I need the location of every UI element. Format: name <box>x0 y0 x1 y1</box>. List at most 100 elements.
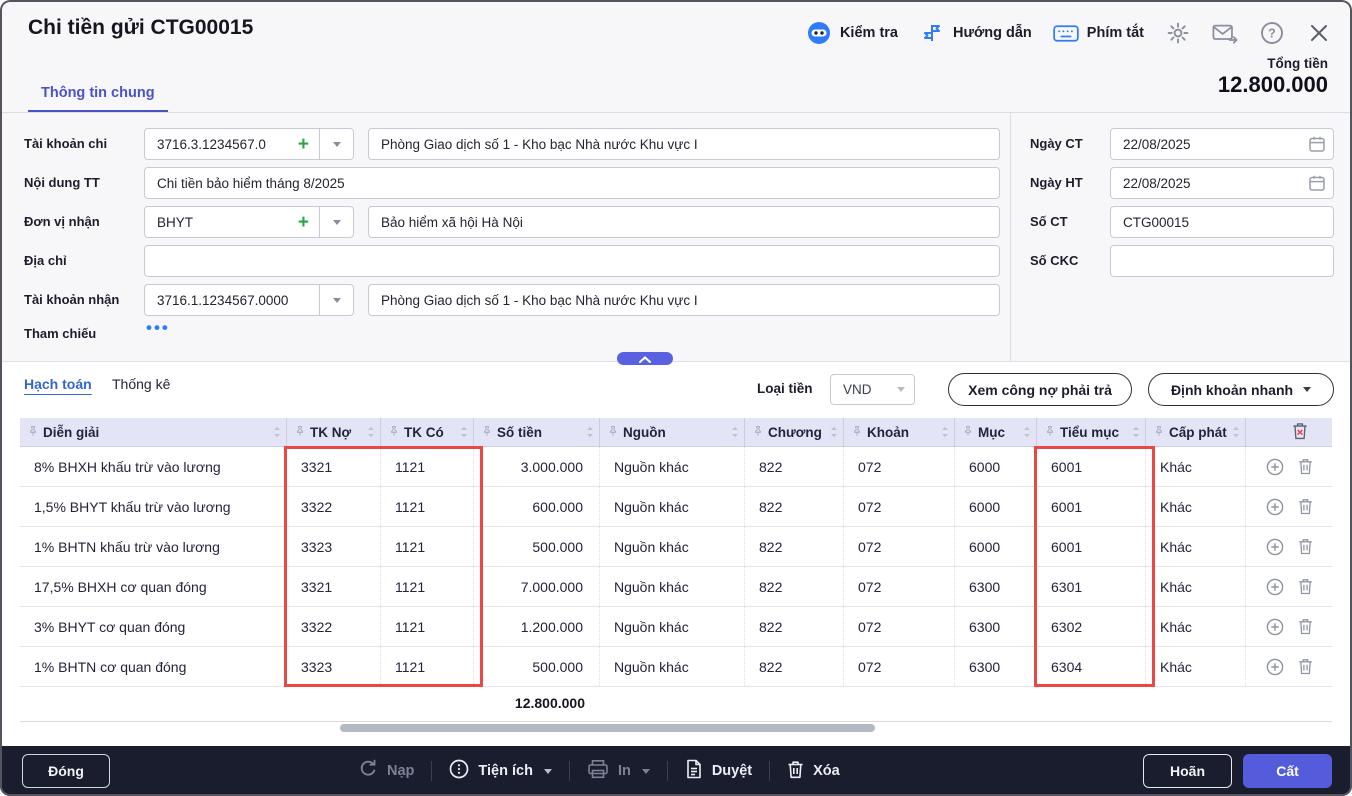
cell-dien-giai[interactable]: 1% BHTN khấu trừ vào lương <box>20 527 287 566</box>
cell-tk-no[interactable]: 3323 <box>287 527 381 566</box>
save-button[interactable]: Cất <box>1243 754 1332 788</box>
close-icon[interactable] <box>1306 20 1332 46</box>
cell-muc[interactable]: 6300 <box>955 607 1037 646</box>
cell-khoan[interactable]: 072 <box>844 487 955 526</box>
cell-chuong[interactable]: 822 <box>745 567 844 606</box>
delete-button[interactable]: Xóa <box>787 760 840 783</box>
utilities-button[interactable]: Tiện ích <box>449 759 552 783</box>
cell-tieu-muc[interactable]: 6001 <box>1037 447 1146 486</box>
noi-dung-tt-input[interactable] <box>144 167 1000 199</box>
tai-khoan-nhan-combo[interactable]: 3716.1.1234567.0000 <box>144 284 354 316</box>
ngay-ht-input[interactable] <box>1110 167 1334 199</box>
approve-button[interactable]: Duyệt <box>685 759 752 783</box>
cell-khoan[interactable]: 072 <box>844 607 955 646</box>
close-button[interactable]: Đóng <box>22 754 110 788</box>
cell-tieu-muc[interactable]: 6304 <box>1037 647 1146 686</box>
add-unit-icon[interactable]: + <box>288 213 319 232</box>
sort-icon[interactable] <box>830 426 838 438</box>
column-header-muc[interactable]: Mục <box>955 418 1037 446</box>
delete-row-icon[interactable] <box>1298 458 1313 475</box>
cell-cap-phat[interactable]: Khác <box>1146 567 1246 606</box>
cell-tk-no[interactable]: 3321 <box>287 567 381 606</box>
cell-dien-giai[interactable]: 3% BHYT cơ quan đóng <box>20 607 287 646</box>
chevron-down-icon[interactable] <box>319 207 353 237</box>
delete-row-icon[interactable] <box>1298 498 1313 515</box>
cell-tk-no[interactable]: 3321 <box>287 447 381 486</box>
pin-icon[interactable] <box>482 425 492 440</box>
cell-nguon[interactable]: Nguồn khác <box>600 567 745 606</box>
cell-tk-co[interactable]: 1121 <box>381 567 474 606</box>
delete-row-icon[interactable] <box>1298 538 1313 555</box>
cell-nguon[interactable]: Nguồn khác <box>600 447 745 486</box>
cell-so-tien[interactable]: 7.000.000 <box>474 567 600 606</box>
pin-icon[interactable] <box>608 425 618 440</box>
tai-khoan-chi-code[interactable]: 3716.3.1234567.0 <box>145 137 288 152</box>
add-row-icon[interactable] <box>1266 458 1284 476</box>
cell-chuong[interactable]: 822 <box>745 527 844 566</box>
add-account-icon[interactable]: + <box>288 135 319 154</box>
column-header-cap-phat[interactable]: Cấp phát <box>1146 418 1246 446</box>
cell-tieu-muc[interactable]: 6301 <box>1037 567 1146 606</box>
pin-icon[interactable] <box>295 425 305 440</box>
so-ckc-input[interactable] <box>1110 245 1334 277</box>
column-header-tk-no[interactable]: TK Nợ <box>287 418 381 446</box>
cell-nguon[interactable]: Nguồn khác <box>600 527 745 566</box>
cell-tk-co[interactable]: 1121 <box>381 647 474 686</box>
column-header-nguon[interactable]: Nguồn <box>600 418 745 446</box>
delete-row-icon[interactable] <box>1298 578 1313 595</box>
cell-chuong[interactable]: 822 <box>745 647 844 686</box>
gear-icon[interactable] <box>1165 20 1191 46</box>
sort-icon[interactable] <box>941 426 949 438</box>
cell-cap-phat[interactable]: Khác <box>1146 607 1246 646</box>
pin-icon[interactable] <box>753 425 763 440</box>
cell-cap-phat[interactable]: Khác <box>1146 647 1246 686</box>
cell-muc[interactable]: 6000 <box>955 487 1037 526</box>
check-button[interactable]: Kiểm tra <box>806 20 898 46</box>
trash-x-icon[interactable] <box>1292 422 1308 443</box>
don-vi-nhan-name-input[interactable] <box>368 206 1000 238</box>
add-row-icon[interactable] <box>1266 498 1284 516</box>
cell-tieu-muc[interactable]: 6302 <box>1037 607 1146 646</box>
cell-khoan[interactable]: 072 <box>844 447 955 486</box>
view-payables-button[interactable]: Xem công nợ phải trả <box>948 373 1132 406</box>
add-row-icon[interactable] <box>1266 578 1284 596</box>
cell-muc[interactable]: 6300 <box>955 567 1037 606</box>
help-icon[interactable]: ? <box>1259 20 1285 46</box>
tab-thong-ke[interactable]: Thống kê <box>112 376 170 392</box>
cell-nguon[interactable]: Nguồn khác <box>600 647 745 686</box>
sort-icon[interactable] <box>1232 426 1240 438</box>
cell-khoan[interactable]: 072 <box>844 567 955 606</box>
column-header-so-tien[interactable]: Số tiền <box>474 418 600 446</box>
sort-icon[interactable] <box>273 426 281 438</box>
sort-icon[interactable] <box>586 426 594 438</box>
column-header-chuong[interactable]: Chương <box>745 418 844 446</box>
add-row-icon[interactable] <box>1266 538 1284 556</box>
tab-thong-tin-chung[interactable]: Thông tin chung <box>28 85 168 113</box>
print-button[interactable]: In <box>587 759 650 783</box>
column-header-khoan[interactable]: Khoản <box>844 418 955 446</box>
chevron-down-icon[interactable] <box>319 129 353 159</box>
guide-button[interactable]: Hướng dẫn <box>919 20 1032 46</box>
don-vi-nhan-combo[interactable]: BHYT + <box>144 206 354 238</box>
cell-tk-co[interactable]: 1121 <box>381 447 474 486</box>
cell-so-tien[interactable]: 1.200.000 <box>474 607 600 646</box>
dia-chi-input[interactable] <box>144 245 1000 277</box>
add-row-icon[interactable] <box>1266 658 1284 676</box>
cell-dien-giai[interactable]: 8% BHXH khấu trừ vào lương <box>20 447 287 486</box>
pin-icon[interactable] <box>1154 425 1164 440</box>
cell-tk-co[interactable]: 1121 <box>381 607 474 646</box>
scrollbar-thumb[interactable] <box>340 724 875 732</box>
cell-khoan[interactable]: 072 <box>844 647 955 686</box>
cell-muc[interactable]: 6000 <box>955 447 1037 486</box>
delete-row-icon[interactable] <box>1298 618 1313 635</box>
sort-icon[interactable] <box>1132 426 1140 438</box>
cell-nguon[interactable]: Nguồn khác <box>600 607 745 646</box>
pin-icon[interactable] <box>1045 425 1055 440</box>
column-header-tk-co[interactable]: TK Có <box>381 418 474 446</box>
pin-icon[interactable] <box>28 425 38 440</box>
cell-so-tien[interactable]: 500.000 <box>474 527 600 566</box>
so-ct-input[interactable] <box>1110 206 1334 238</box>
cell-nguon[interactable]: Nguồn khác <box>600 487 745 526</box>
quick-posting-button[interactable]: Định khoản nhanh <box>1148 373 1334 406</box>
tham-chieu-more-icon[interactable]: ••• <box>146 318 170 338</box>
